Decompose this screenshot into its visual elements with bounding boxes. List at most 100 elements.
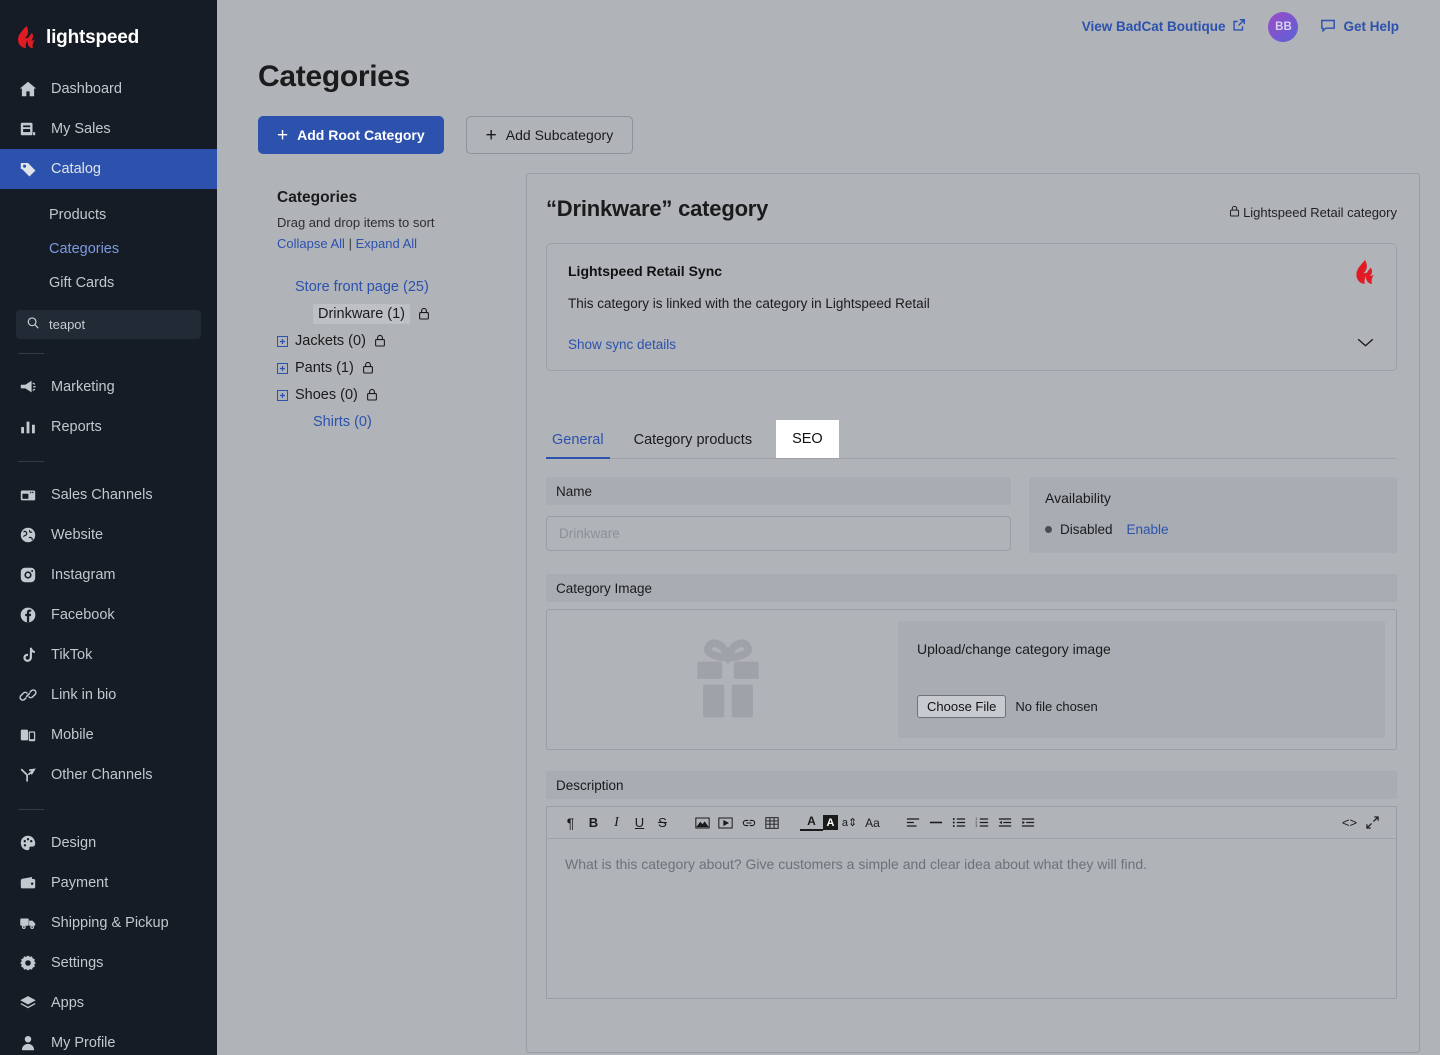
get-help-label: Get Help xyxy=(1343,19,1399,34)
detail-tabs: General Category products SEO xyxy=(546,420,1397,459)
sidebar-item-label: Dashboard xyxy=(51,81,122,97)
sidebar: lightspeed Dashboard My Sales Catalog Pr… xyxy=(0,0,217,1055)
insert-table-icon[interactable] xyxy=(760,811,783,834)
tab-label: SEO xyxy=(792,431,823,447)
tab-seo[interactable]: SEO xyxy=(776,420,839,458)
sidebar-divider-1 xyxy=(18,353,44,354)
sidebar-item-catalog[interactable]: Catalog xyxy=(0,149,217,189)
bulleted-list-icon[interactable] xyxy=(947,811,970,834)
insert-image-icon[interactable] xyxy=(691,811,714,834)
description-editor[interactable]: What is this category about? Give custom… xyxy=(546,839,1397,999)
sidebar-item-gift-cards[interactable]: Gift Cards xyxy=(0,266,217,300)
align-icon[interactable] xyxy=(901,811,924,834)
sidebar-divider-2 xyxy=(18,461,44,462)
link-icon xyxy=(18,686,37,705)
sidebar-item-mobile[interactable]: Mobile xyxy=(0,715,217,755)
sidebar-item-marketing[interactable]: Marketing xyxy=(0,367,217,407)
globe-icon xyxy=(18,526,37,545)
insert-video-icon[interactable] xyxy=(714,811,737,834)
sidebar-item-my-sales[interactable]: My Sales xyxy=(0,109,217,149)
storefront-icon xyxy=(18,486,37,505)
tree-row[interactable]: Store front page (25) xyxy=(277,273,526,300)
sync-description: This category is linked with the categor… xyxy=(568,296,1375,311)
main-content: View BadCat Boutique BB Get Help Categor… xyxy=(217,0,1440,1055)
indent-icon[interactable] xyxy=(1016,811,1039,834)
italic-icon[interactable]: I xyxy=(605,811,628,834)
sidebar-item-label: My Sales xyxy=(51,121,111,137)
sidebar-item-instagram[interactable]: Instagram xyxy=(0,555,217,595)
numbered-list-icon[interactable]: 123 xyxy=(970,811,993,834)
tree-link-separator: | xyxy=(349,236,352,251)
sidebar-item-apps[interactable]: Apps xyxy=(0,983,217,1023)
sidebar-item-link-in-bio[interactable]: Link in bio xyxy=(0,675,217,715)
name-input[interactable]: Drinkware xyxy=(546,516,1011,551)
horizontal-rule-icon[interactable] xyxy=(924,811,947,834)
sidebar-item-label: Catalog xyxy=(51,161,101,177)
bold-icon[interactable]: B xyxy=(582,811,605,834)
availability-status: Disabled xyxy=(1060,522,1113,537)
catalog-subnav: Products Categories Gift Cards xyxy=(0,189,217,304)
font-size-icon[interactable]: a⇕ xyxy=(838,811,861,834)
fullscreen-icon[interactable] xyxy=(1361,811,1384,834)
sidebar-item-label: TikTok xyxy=(51,647,92,663)
sidebar-item-website[interactable]: Website xyxy=(0,515,217,555)
tree-list: Store front page (25) Drinkware (1) J xyxy=(277,273,526,435)
avatar[interactable]: BB xyxy=(1268,12,1298,42)
tree-row[interactable]: Jackets (0) xyxy=(277,327,526,354)
sidebar-item-dashboard[interactable]: Dashboard xyxy=(0,69,217,109)
sidebar-item-sales-channels[interactable]: Sales Channels xyxy=(0,475,217,515)
tree-row[interactable]: Pants (1) xyxy=(277,354,526,381)
sidebar-item-reports[interactable]: Reports xyxy=(0,407,217,447)
underline-icon[interactable]: U xyxy=(628,811,651,834)
sidebar-item-payment[interactable]: Payment xyxy=(0,863,217,903)
sidebar-item-facebook[interactable]: Facebook xyxy=(0,595,217,635)
tree-row[interactable]: Drinkware (1) xyxy=(277,300,526,327)
font-family-icon[interactable]: Aa xyxy=(861,811,884,834)
tree-row[interactable]: Shoes (0) xyxy=(277,381,526,408)
text-color-icon[interactable]: A xyxy=(800,814,823,831)
sidebar-item-label: Link in bio xyxy=(51,687,116,703)
sidebar-item-products[interactable]: Products xyxy=(0,198,217,232)
view-store-link[interactable]: View BadCat Boutique xyxy=(1082,18,1247,35)
expand-toggle-icon[interactable] xyxy=(277,389,288,400)
strikethrough-icon[interactable]: S xyxy=(651,811,674,834)
name-field-group: Name Drinkware xyxy=(546,477,1011,553)
add-root-category-button[interactable]: + Add Root Category xyxy=(258,116,444,154)
expand-toggle-icon[interactable] xyxy=(277,362,288,373)
sidebar-item-design[interactable]: Design xyxy=(0,823,217,863)
availability-label: Availability xyxy=(1045,490,1381,506)
expand-all-link[interactable]: Expand All xyxy=(356,236,417,251)
choose-file-button[interactable]: Choose File xyxy=(917,695,1006,718)
expand-toggle-icon[interactable] xyxy=(277,335,288,346)
page-title: Categories xyxy=(217,53,1440,94)
sidebar-item-label: Sales Channels xyxy=(51,487,153,503)
add-subcategory-button[interactable]: + Add Subcategory xyxy=(466,116,634,154)
tree-row[interactable]: Shirts (0) xyxy=(277,408,526,435)
collapse-all-link[interactable]: Collapse All xyxy=(277,236,345,251)
sidebar-item-shipping-pickup[interactable]: Shipping & Pickup xyxy=(0,903,217,943)
tab-general[interactable]: General xyxy=(546,432,610,458)
sidebar-item-other-channels[interactable]: Other Channels xyxy=(0,755,217,795)
outdent-icon[interactable] xyxy=(993,811,1016,834)
highlight-color-icon[interactable]: A xyxy=(823,815,838,830)
sidebar-item-tiktok[interactable]: TikTok xyxy=(0,635,217,675)
enable-link[interactable]: Enable xyxy=(1127,522,1169,537)
sidebar-item-settings[interactable]: Settings xyxy=(0,943,217,983)
sidebar-item-label: Instagram xyxy=(51,567,115,583)
sidebar-item-categories[interactable]: Categories xyxy=(0,232,217,266)
name-availability-row: Name Drinkware Availability Disabled Ena… xyxy=(546,477,1397,553)
receipt-icon xyxy=(18,120,37,139)
code-view-icon[interactable]: <> xyxy=(1338,811,1361,834)
show-sync-details-link[interactable]: Show sync details xyxy=(568,337,676,352)
brand-logo[interactable]: lightspeed xyxy=(0,0,217,69)
sidebar-search-input[interactable]: teapot xyxy=(16,310,201,339)
get-help-link[interactable]: Get Help xyxy=(1320,18,1399,36)
paragraph-icon[interactable]: ¶ xyxy=(559,811,582,834)
page-actions: + Add Root Category + Add Subcategory xyxy=(217,94,1440,154)
chevron-down-icon[interactable] xyxy=(1356,335,1375,353)
tab-category-products[interactable]: Category products xyxy=(628,432,758,458)
tiktok-icon xyxy=(18,646,37,665)
sidebar-item-my-profile[interactable]: My Profile xyxy=(0,1023,217,1055)
lightspeed-flame-icon xyxy=(16,26,37,49)
insert-link-icon[interactable] xyxy=(737,811,760,834)
